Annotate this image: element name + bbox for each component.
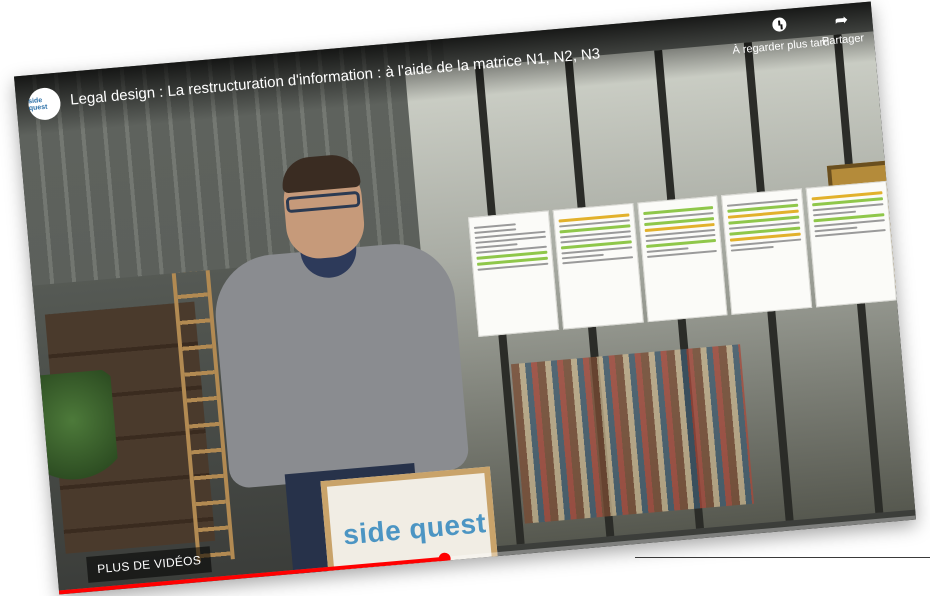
- document-page: [721, 188, 813, 315]
- document-page: [636, 195, 728, 323]
- watch-later-button[interactable]: À regarder plus tard: [730, 13, 830, 57]
- channel-avatar[interactable]: side quest: [27, 86, 62, 122]
- presenter-sweater: [210, 239, 470, 490]
- podium-logo-part2: quest: [399, 507, 488, 546]
- share-button[interactable]: ➦ Partager: [820, 10, 865, 48]
- podium-logo-part1: side: [341, 514, 403, 551]
- plant: [40, 369, 121, 495]
- document-page: [805, 180, 897, 308]
- progress-scrubber[interactable]: [438, 552, 452, 566]
- channel-logo-text: side quest: [27, 97, 48, 113]
- share-arrow-icon: ➦: [833, 11, 849, 30]
- podium: side quest: [320, 466, 500, 591]
- bookshelf-books: [510, 344, 755, 524]
- page-divider: [635, 557, 930, 558]
- document-page: [467, 210, 559, 337]
- video-player[interactable]: side quest side quest Legal design : La …: [13, 1, 917, 595]
- document-page: [552, 203, 644, 330]
- share-label: Partager: [821, 32, 865, 48]
- podium-logo: side quest: [342, 507, 488, 551]
